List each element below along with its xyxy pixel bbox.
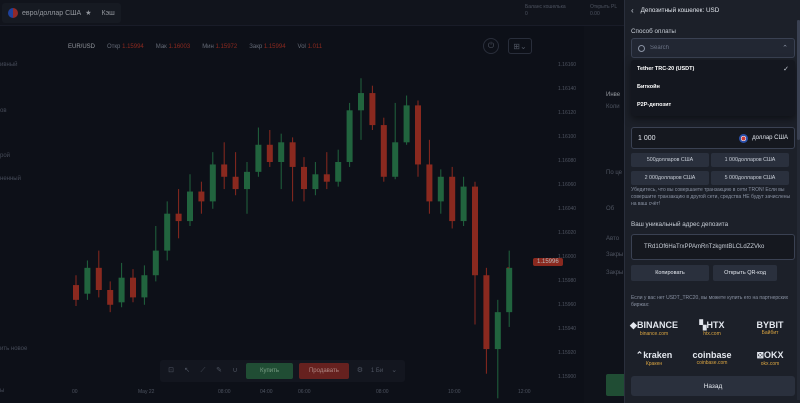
kraken-logo: ⌃kraken xyxy=(635,350,673,360)
amount-currency[interactable]: доллар США xyxy=(752,135,788,141)
usd-flag-icon xyxy=(739,133,749,143)
check-icon: ✓ xyxy=(783,66,789,73)
deposit-address-label: Ваш уникальный адрес депозита xyxy=(631,221,729,228)
copy-button[interactable]: Копировать xyxy=(631,265,709,281)
deposit-address-field[interactable]: TRd1Of6HaTrxPPAmRnTzkgmtBLCLdZZVko xyxy=(631,234,795,260)
option-bitcoin[interactable]: Биткойн xyxy=(637,84,660,90)
amount-value[interactable]: 1 000 xyxy=(638,135,739,142)
exchange-hint: Если у вас нет USDT_TRC20, вы можете куп… xyxy=(631,295,789,308)
amount-chip-5000[interactable]: 5 000долларов США xyxy=(711,171,789,185)
okx-logo: ⊠OKX xyxy=(756,350,784,360)
exchange-okx[interactable]: ⊠OKX okx.com xyxy=(745,350,795,367)
htx-logo: ▚HTX xyxy=(699,320,725,330)
search-input[interactable] xyxy=(650,45,778,51)
exchange-kraken[interactable]: ⌃kraken Кракен xyxy=(629,350,679,367)
chevron-up-icon[interactable]: ⌃ xyxy=(782,44,788,52)
exchange-htx[interactable]: ▚HTX htx.com xyxy=(687,320,737,337)
app-root: евро/доллар США ★ Кэш Баланс кошелька 0 … xyxy=(0,0,800,403)
modal-backdrop[interactable] xyxy=(0,0,624,403)
network-warning: Убедитесь, что вы совершаете транзакцию … xyxy=(631,187,791,207)
bybit-logo: BYBIT xyxy=(756,320,784,330)
binance-link[interactable]: binance.com xyxy=(629,331,679,337)
panel-title: Депозитный кошелек: USD xyxy=(640,6,720,14)
bybit-link[interactable]: Байбит xyxy=(745,330,795,336)
back-arrow-icon[interactable]: ‹ xyxy=(631,6,634,15)
panel-header: ‹ Депозитный кошелек: USD xyxy=(625,0,800,20)
exchange-coinbase[interactable]: coinbase coinbase.com xyxy=(687,350,737,366)
amount-chip-1000[interactable]: 1 000долларов США xyxy=(711,153,789,167)
amount-chip-500[interactable]: 500долларов США xyxy=(631,153,709,167)
amount-chip-2000[interactable]: 2 000долларов США xyxy=(631,171,709,185)
option-p2p-deposit[interactable]: P2P-депозит xyxy=(637,102,671,108)
open-qr-button[interactable]: Открыть QR-код xyxy=(713,265,777,281)
option-usdt-trc20[interactable]: Tether TRC-20 (USDT) xyxy=(637,66,694,72)
okx-link[interactable]: okx.com xyxy=(745,361,795,367)
kraken-link[interactable]: Кракен xyxy=(629,361,679,367)
back-button[interactable]: Назад xyxy=(631,376,795,396)
search-icon xyxy=(638,44,645,52)
coinbase-link[interactable]: coinbase.com xyxy=(687,360,737,366)
payment-method-select[interactable]: ⌃ xyxy=(631,38,795,58)
amount-field[interactable]: 1 000 доллар США xyxy=(631,127,795,149)
exchange-binance[interactable]: ◆BINANCE binance.com xyxy=(629,320,679,337)
binance-logo: ◆BINANCE xyxy=(630,320,678,330)
deposit-wallet-panel: ‹ Депозитный кошелек: USD Способ оплаты … xyxy=(624,0,800,403)
payment-method-dropdown: Tether TRC-20 (USDT) ✓ Биткойн P2P-депоз… xyxy=(631,60,795,116)
coinbase-logo: coinbase xyxy=(692,350,732,360)
htx-link[interactable]: htx.com xyxy=(687,331,737,337)
payment-method-label: Способ оплаты xyxy=(631,28,676,35)
exchange-bybit[interactable]: BYBIT Байбит xyxy=(745,320,795,336)
